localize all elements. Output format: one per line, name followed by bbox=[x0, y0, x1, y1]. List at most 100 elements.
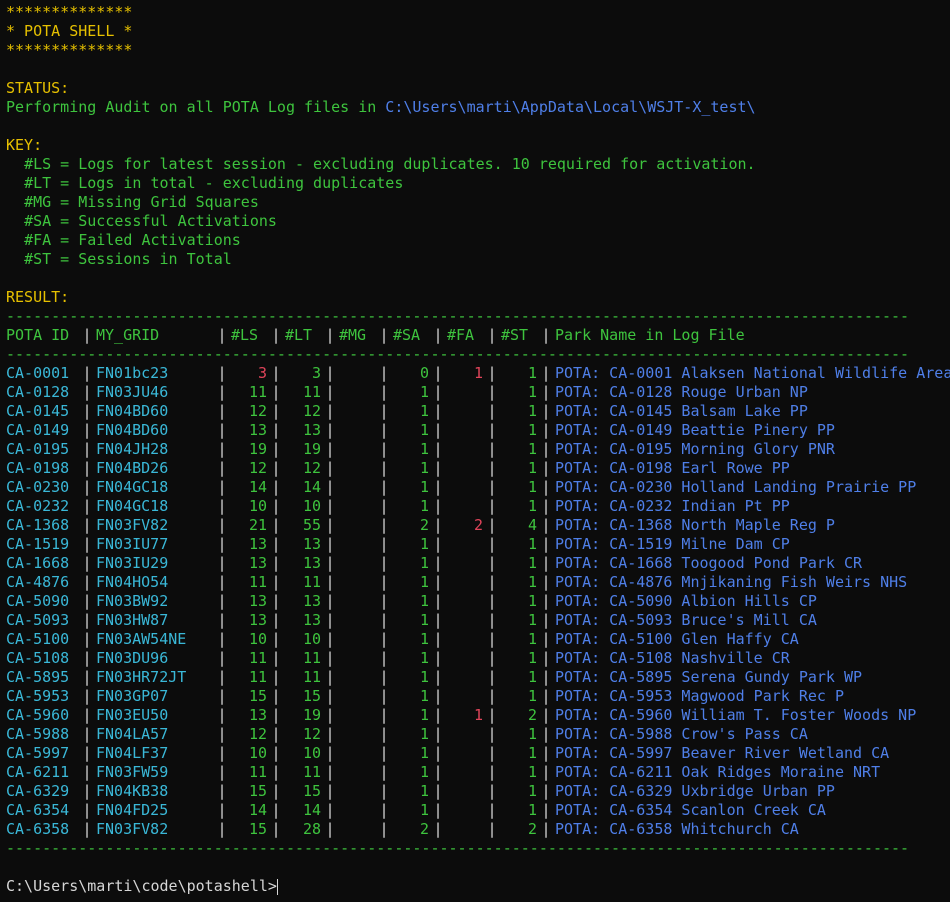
park-name-cell: POTA: CA-5953 Magwood Park Rec P bbox=[555, 687, 844, 705]
mg-cell bbox=[339, 725, 375, 744]
column-separator: | bbox=[271, 611, 281, 629]
fa-cell bbox=[447, 668, 483, 687]
lt-cell: 13 bbox=[302, 554, 321, 572]
mg-cell bbox=[339, 440, 375, 459]
fa-cell bbox=[447, 459, 483, 478]
column-separator: | bbox=[217, 649, 227, 667]
fa-cell bbox=[447, 554, 483, 573]
column-separator: | bbox=[217, 535, 227, 553]
column-separator: | bbox=[82, 383, 92, 401]
column-separator: | bbox=[433, 440, 443, 458]
sa-cell: 0 bbox=[419, 364, 429, 382]
lt-cell: 10 bbox=[302, 497, 321, 515]
column-separator: | bbox=[217, 763, 227, 781]
pota-id-cell: CA-5997 bbox=[6, 744, 70, 762]
table-row: CA-5953 | FN03GP07 | 15 | 15 | | 1 | | 1 | POTA: CA-59… bbox=[6, 687, 950, 706]
grid-cell: FN04FD25 bbox=[96, 801, 169, 819]
sa-cell: 1 bbox=[419, 497, 429, 515]
pota-id-cell: CA-0232 bbox=[6, 497, 70, 515]
ls-cell: 15 bbox=[248, 820, 267, 838]
header-pota-id: POTA ID bbox=[6, 326, 70, 344]
status-path: C:\Users\marti\AppData\Local\WSJT-X_test… bbox=[385, 98, 756, 116]
column-separator: | bbox=[541, 497, 551, 515]
column-separator: | bbox=[379, 763, 389, 781]
mg-cell bbox=[339, 763, 375, 782]
column-separator: | bbox=[487, 421, 497, 439]
table-row: CA-0128 | FN03JU46 | 11 | 11 | | 1 | | 1 | POTA: CA-01… bbox=[6, 383, 950, 402]
column-separator: | bbox=[487, 782, 497, 800]
grid-cell: FN04HO54 bbox=[96, 573, 169, 591]
lt-cell: 19 bbox=[302, 440, 321, 458]
column-separator: | bbox=[325, 459, 335, 477]
column-separator: | bbox=[271, 554, 281, 572]
column-separator: | bbox=[541, 459, 551, 477]
sa-cell: 1 bbox=[419, 706, 429, 724]
ls-cell: 10 bbox=[248, 497, 267, 515]
mg-cell bbox=[339, 611, 375, 630]
park-name-cell: POTA: CA-0232 Indian Pt PP bbox=[555, 497, 790, 515]
park-name-cell: POTA: CA-0195 Morning Glory PNR bbox=[555, 440, 835, 458]
pota-id-cell: CA-6358 bbox=[6, 820, 70, 838]
column-separator: | bbox=[217, 421, 227, 439]
fa-cell bbox=[447, 687, 483, 706]
lt-cell: 10 bbox=[302, 630, 321, 648]
ls-cell: 12 bbox=[248, 402, 267, 420]
fa-cell: 1 bbox=[473, 364, 483, 382]
command-prompt[interactable]: C:\Users\marti\code\potashell> bbox=[6, 877, 950, 896]
ls-cell: 13 bbox=[248, 706, 267, 724]
table-row: CA-0230 | FN04GC18 | 14 | 14 | | 1 | | 1 | POTA: CA-02… bbox=[6, 478, 950, 497]
lt-cell: 14 bbox=[302, 801, 321, 819]
column-separator: | bbox=[433, 820, 443, 838]
column-separator: | bbox=[433, 782, 443, 800]
grid-cell: FN04BD26 bbox=[96, 459, 169, 477]
ls-cell: 10 bbox=[248, 744, 267, 762]
column-separator: | bbox=[487, 687, 497, 705]
column-separator: | bbox=[217, 440, 227, 458]
column-separator: | bbox=[271, 801, 281, 819]
column-separator: | bbox=[82, 516, 92, 534]
st-cell: 1 bbox=[527, 668, 537, 686]
park-name-cell: POTA: CA-5093 Bruce's Mill CA bbox=[555, 611, 817, 629]
key-item: #LT = Logs in total - excluding duplicat… bbox=[24, 174, 404, 192]
st-cell: 1 bbox=[527, 763, 537, 781]
fa-cell bbox=[447, 630, 483, 649]
st-cell: 1 bbox=[527, 801, 537, 819]
pota-id-cell: CA-1519 bbox=[6, 535, 70, 553]
column-separator: | bbox=[271, 782, 281, 800]
grid-cell: FN03IU77 bbox=[96, 535, 169, 553]
ls-cell: 11 bbox=[248, 383, 267, 401]
key-item: #LS = Logs for latest session - excludin… bbox=[24, 155, 756, 173]
st-cell: 1 bbox=[527, 440, 537, 458]
ls-cell: 13 bbox=[248, 592, 267, 610]
column-separator: | bbox=[379, 725, 389, 743]
column-separator: | bbox=[487, 668, 497, 686]
text-cursor bbox=[276, 878, 278, 895]
pota-id-cell: CA-0230 bbox=[6, 478, 70, 496]
column-separator: | bbox=[271, 440, 281, 458]
column-separator: | bbox=[433, 402, 443, 420]
lt-cell: 15 bbox=[302, 687, 321, 705]
column-separator: | bbox=[379, 516, 389, 534]
st-cell: 1 bbox=[527, 402, 537, 420]
table-row: CA-0149 | FN04BD60 | 13 | 13 | | 1 | | 1 | POTA: CA-01… bbox=[6, 421, 950, 440]
header-mg: #MG bbox=[339, 326, 367, 344]
st-cell: 1 bbox=[527, 630, 537, 648]
st-cell: 1 bbox=[527, 782, 537, 800]
park-name-cell: POTA: CA-1519 Milne Dam CP bbox=[555, 535, 790, 553]
table-divider-bottom: ----------------------------------------… bbox=[6, 839, 908, 857]
column-separator: | bbox=[487, 497, 497, 515]
pota-id-cell: CA-5093 bbox=[6, 611, 70, 629]
column-separator: | bbox=[271, 573, 281, 591]
mg-cell bbox=[339, 687, 375, 706]
column-separator: | bbox=[325, 535, 335, 553]
column-separator: | bbox=[541, 535, 551, 553]
column-separator: | bbox=[541, 573, 551, 591]
park-name-cell: POTA: CA-0001 Alaksen National Wildlife … bbox=[555, 364, 950, 382]
mg-cell bbox=[339, 402, 375, 421]
lt-cell: 12 bbox=[302, 725, 321, 743]
column-separator: | bbox=[487, 440, 497, 458]
column-separator: | bbox=[217, 326, 227, 344]
mg-cell bbox=[339, 706, 375, 725]
table-row: CA-5093 | FN03HW87 | 13 | 13 | | 1 | | 1 | POTA: CA-50… bbox=[6, 611, 950, 630]
column-separator: | bbox=[271, 402, 281, 420]
